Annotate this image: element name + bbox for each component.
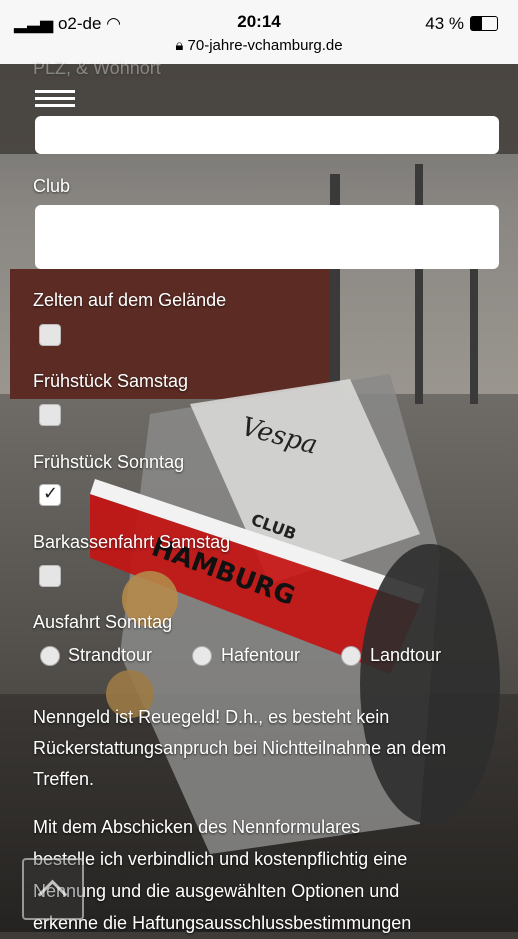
fee-notice-text: Nenngeld ist Reuegeld! D.h., es besteht … bbox=[33, 707, 447, 789]
boat-trip-checkbox[interactable] bbox=[39, 565, 61, 587]
landtour-label: Landtour bbox=[370, 645, 442, 665]
camping-label: Zelten auf dem Gelände bbox=[33, 290, 227, 310]
postal-code-field[interactable] bbox=[35, 116, 499, 154]
club-field[interactable] bbox=[35, 205, 499, 269]
battery-icon bbox=[470, 16, 498, 31]
terms-line-1: Mit dem Abschicken des Nennformulares bbox=[33, 817, 361, 837]
hafentour-label: Hafentour bbox=[221, 645, 301, 665]
camping-checkbox[interactable] bbox=[39, 324, 61, 346]
radio-strandtour[interactable] bbox=[40, 646, 60, 666]
boat-trip-label: Barkassenfahrt Samstag bbox=[33, 532, 231, 552]
breakfast-sunday-checkbox[interactable] bbox=[39, 483, 61, 506]
hamburger-menu-icon[interactable] bbox=[35, 90, 75, 110]
chevron-up-icon[interactable] bbox=[22, 858, 84, 920]
lock-icon: 🔒︎ bbox=[175, 37, 188, 54]
status-bar: ▂▃▅ o2-de ◠ 20:14 🔒︎ 70-jahre-vchamburg.… bbox=[0, 0, 518, 64]
club-label: Club bbox=[33, 176, 71, 196]
breakfast-sunday-label: Frühstück Sonntag bbox=[33, 452, 185, 472]
url-bar[interactable]: 🔒︎ 70-jahre-vchamburg.de bbox=[0, 37, 518, 54]
radio-landtour[interactable] bbox=[341, 646, 361, 666]
terms-line-3: Nennung und die ausgewählten Optionen un… bbox=[33, 881, 400, 901]
ride-label: Ausfahrt Sonntag bbox=[33, 612, 173, 632]
radio-hafentour[interactable] bbox=[192, 646, 212, 666]
battery-percent: 43 % bbox=[425, 14, 464, 33]
strandtour-label: Strandtour bbox=[68, 645, 153, 665]
breakfast-saturday-checkbox[interactable] bbox=[39, 404, 61, 426]
terms-line-2: bestelle ich verbindlich und kostenpflic… bbox=[33, 849, 408, 869]
breakfast-saturday-label: Frühstück Samstag bbox=[33, 371, 189, 391]
terms-line-4: erkenne die Haftungsausschlussbestimmung… bbox=[33, 913, 412, 933]
background-photo: Vespa CLUB HAMBURG bbox=[0, 64, 518, 932]
postal-code-label: PLZ, & Wohnort bbox=[33, 58, 161, 78]
